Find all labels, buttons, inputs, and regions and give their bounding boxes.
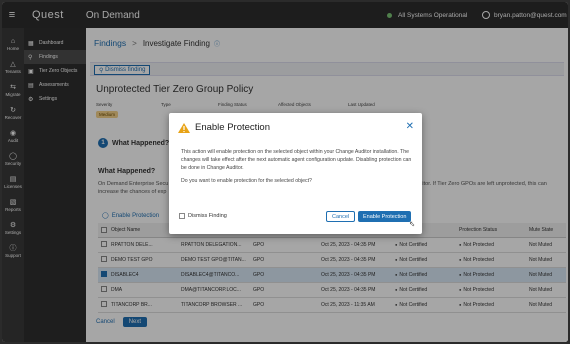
dialog-body: This action will enable protection on th… [181,148,416,190]
app-window: ≡ Quest On Demand All Systems Operationa… [2,2,568,342]
mouse-cursor-icon: ⬁ [409,221,415,228]
dialog-message: This action will enable protection on th… [181,149,412,171]
enable-protection-button[interactable]: Enable Protection [358,211,412,222]
dismiss-finding-checkbox[interactable] [179,213,185,219]
close-icon[interactable]: ✕ [406,121,414,132]
dialog-footer: Dismiss Finding Cancel Enable Protection [169,211,422,234]
enable-protection-dialog: Enable Protection ✕ This action will ena… [169,113,422,234]
dialog-header: Enable Protection [178,122,270,133]
dialog-cancel-button[interactable]: Cancel [326,211,356,222]
dialog-question: Do you want to enable protection for the… [181,178,312,184]
dismiss-finding-label: Dismiss Finding [188,213,227,219]
dialog-title: Enable Protection [195,122,270,133]
dismiss-finding-option[interactable]: Dismiss Finding [179,213,227,219]
warning-icon [178,122,190,133]
